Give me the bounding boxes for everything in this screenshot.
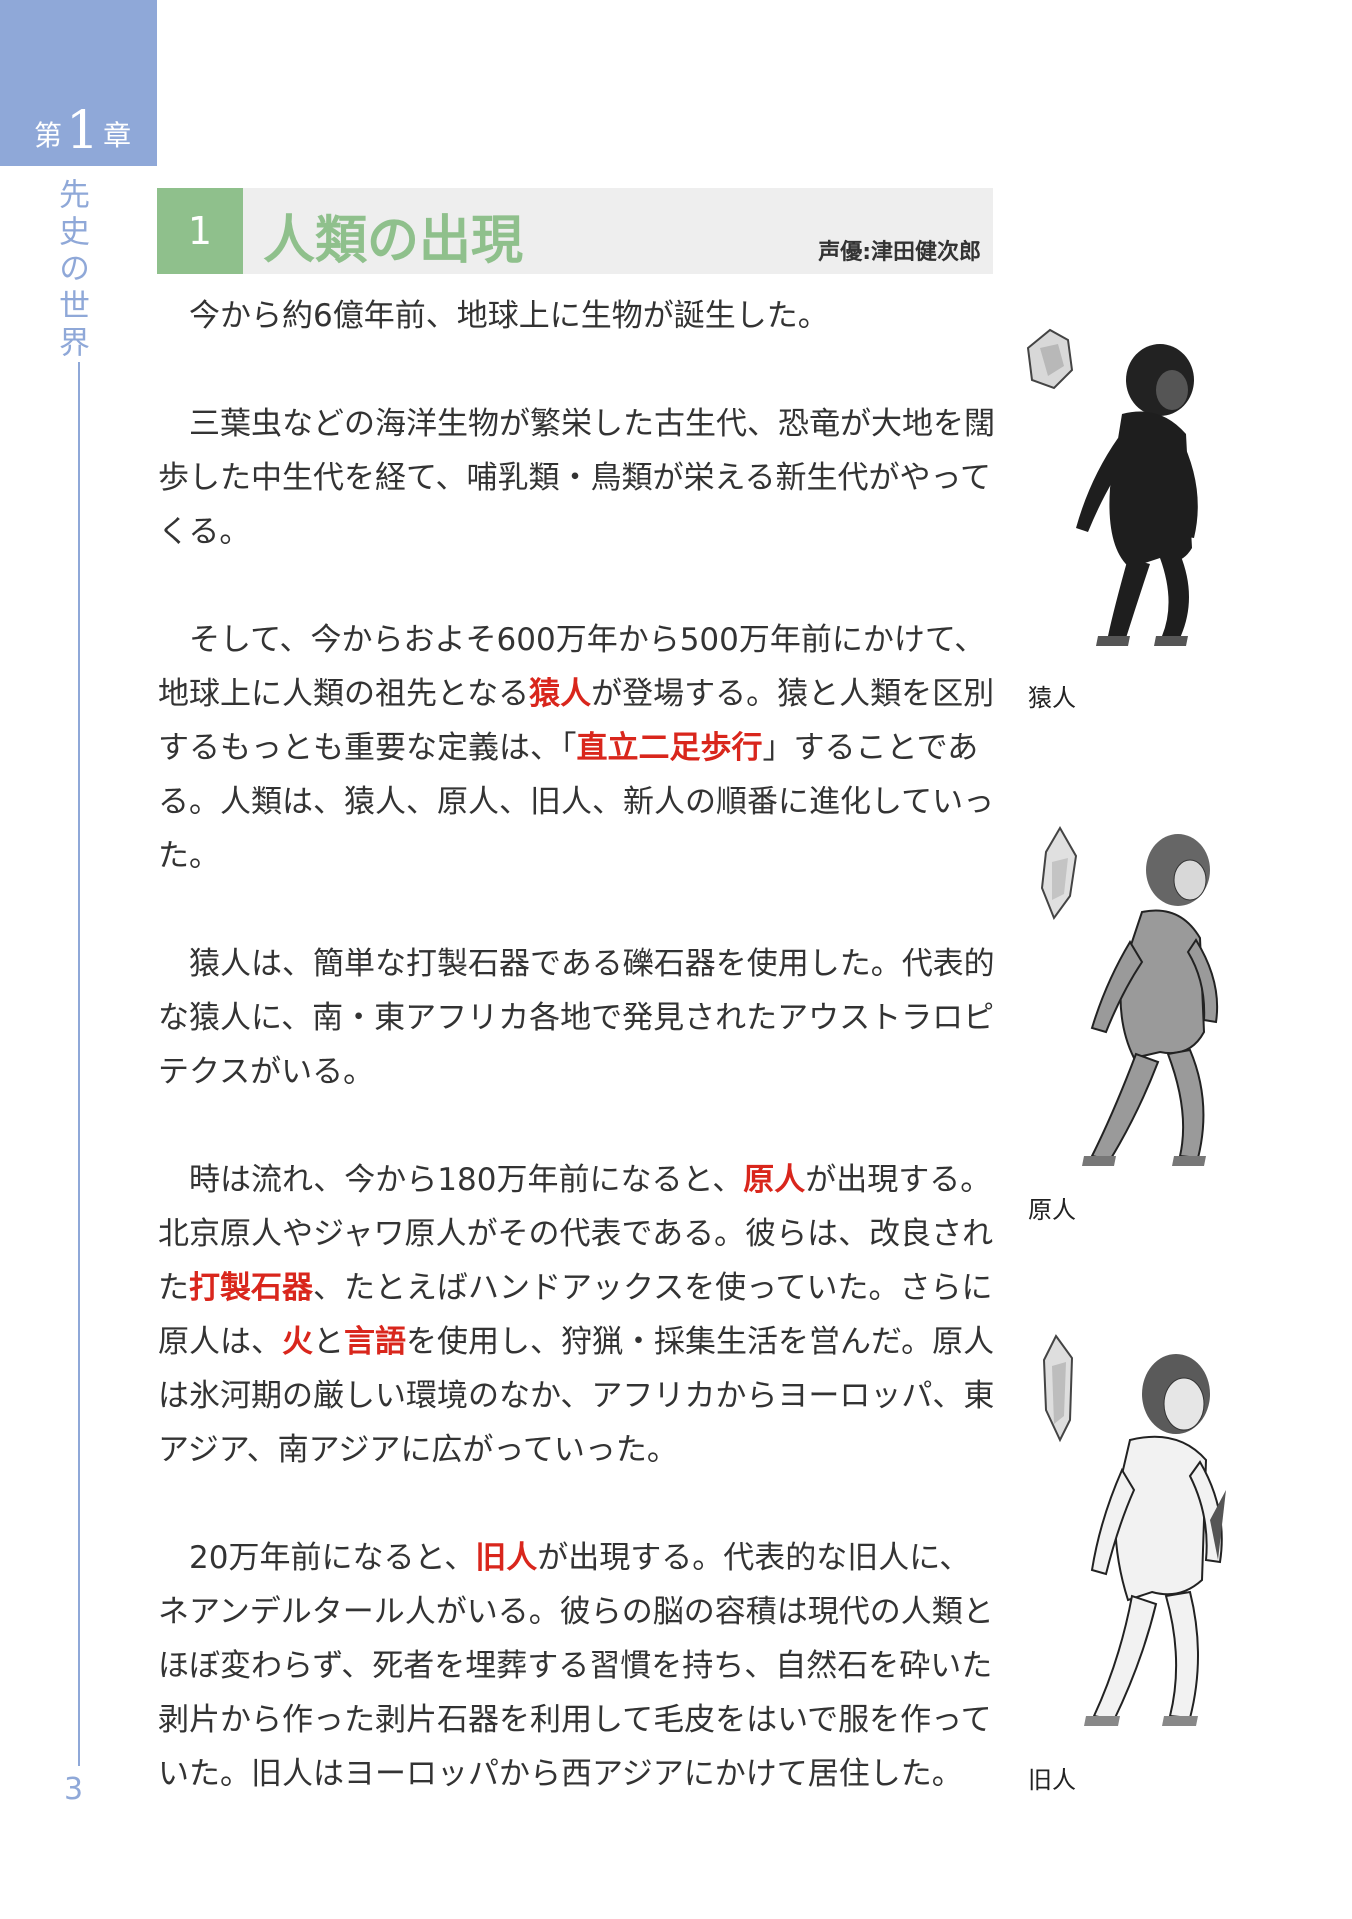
section-number: 1 xyxy=(157,188,243,274)
ape-man-figure xyxy=(1010,318,1210,658)
section-vertical-title: 先史の世界 xyxy=(53,178,89,363)
paragraph-text: 時は流れ、今から180万年前になると、 xyxy=(189,1162,744,1198)
chapter-number: 1 xyxy=(66,101,100,161)
ape-man-illustration-icon xyxy=(1026,328,1198,646)
chapter-tab: 第 1 章 xyxy=(0,0,157,166)
highlighted-term: 火 xyxy=(282,1324,313,1360)
page-number: 3 xyxy=(64,1772,84,1807)
body-paragraph: 時は流れ、今から180万年前になると、原人が出現する。北京原人やジャワ原人がその… xyxy=(158,1153,998,1477)
paragraph-text: 猿人は、簡単な打製石器である礫石器を使用した。代表的な猿人に、南・東アフリカ各地… xyxy=(158,946,995,1090)
highlighted-term: 言語 xyxy=(344,1324,406,1360)
chapter-prefix: 第 xyxy=(34,119,63,152)
body-text: 今から約6億年前、地球上に生物が誕生した。三葉虫などの海洋生物が繁栄した古生代、… xyxy=(158,289,998,1855)
highlighted-term: 旧人 xyxy=(475,1540,538,1576)
sidebar-divider xyxy=(78,362,80,1766)
neanderthal-figure xyxy=(1030,1330,1230,1750)
paragraph-text: 20万年前になると、 xyxy=(189,1540,476,1576)
highlighted-term: 直立二足歩行 xyxy=(576,730,763,766)
body-paragraph: 20万年前になると、旧人が出現する。代表的な旧人に、ネアンデルタール人がいる。彼… xyxy=(158,1531,998,1801)
figure-caption-homo-erectus: 原人 xyxy=(1028,1196,1076,1224)
paragraph-text: 三葉虫などの海洋生物が繁栄した古生代、恐竜が大地を闊歩した中生代を経て、哺乳類・… xyxy=(158,406,995,550)
chapter-suffix: 章 xyxy=(103,119,132,152)
voice-credit: 声優:津田健次郎 xyxy=(818,240,981,265)
body-paragraph: 三葉虫などの海洋生物が繁栄した古生代、恐竜が大地を闊歩した中生代を経て、哺乳類・… xyxy=(158,397,998,559)
figure-caption-ape-man: 猿人 xyxy=(1028,684,1076,712)
figure-caption-neanderthal: 旧人 xyxy=(1028,1766,1076,1794)
body-paragraph: そして、今からおよそ600万年から500万年前にかけて、地球上に人類の祖先となる… xyxy=(158,613,998,883)
highlighted-term: 原人 xyxy=(743,1162,806,1198)
chapter-label: 第 1 章 xyxy=(34,101,132,161)
section-heading: 1 人類の出現 声優:津田健次郎 xyxy=(157,188,993,274)
homo-erectus-figure xyxy=(1030,822,1230,1182)
body-paragraph: 猿人は、簡単な打製石器である礫石器を使用した。代表的な猿人に、南・東アフリカ各地… xyxy=(158,937,998,1099)
highlighted-term: 猿人 xyxy=(529,676,592,712)
neanderthal-illustration-icon xyxy=(1042,1334,1226,1726)
paragraph-text: が出現する。代表的な旧人に、ネアンデルタール人がいる。彼らの脳の容積は現代の人類… xyxy=(158,1540,994,1792)
highlighted-term: 打製石器 xyxy=(189,1270,313,1306)
paragraph-text: と xyxy=(313,1324,344,1360)
paragraph-text: 今から約6億年前、地球上に生物が誕生した。 xyxy=(189,298,829,334)
section-title: 人類の出現 xyxy=(263,211,524,271)
homo-erectus-illustration-icon xyxy=(1040,826,1219,1166)
body-paragraph: 今から約6億年前、地球上に生物が誕生した。 xyxy=(158,289,998,343)
